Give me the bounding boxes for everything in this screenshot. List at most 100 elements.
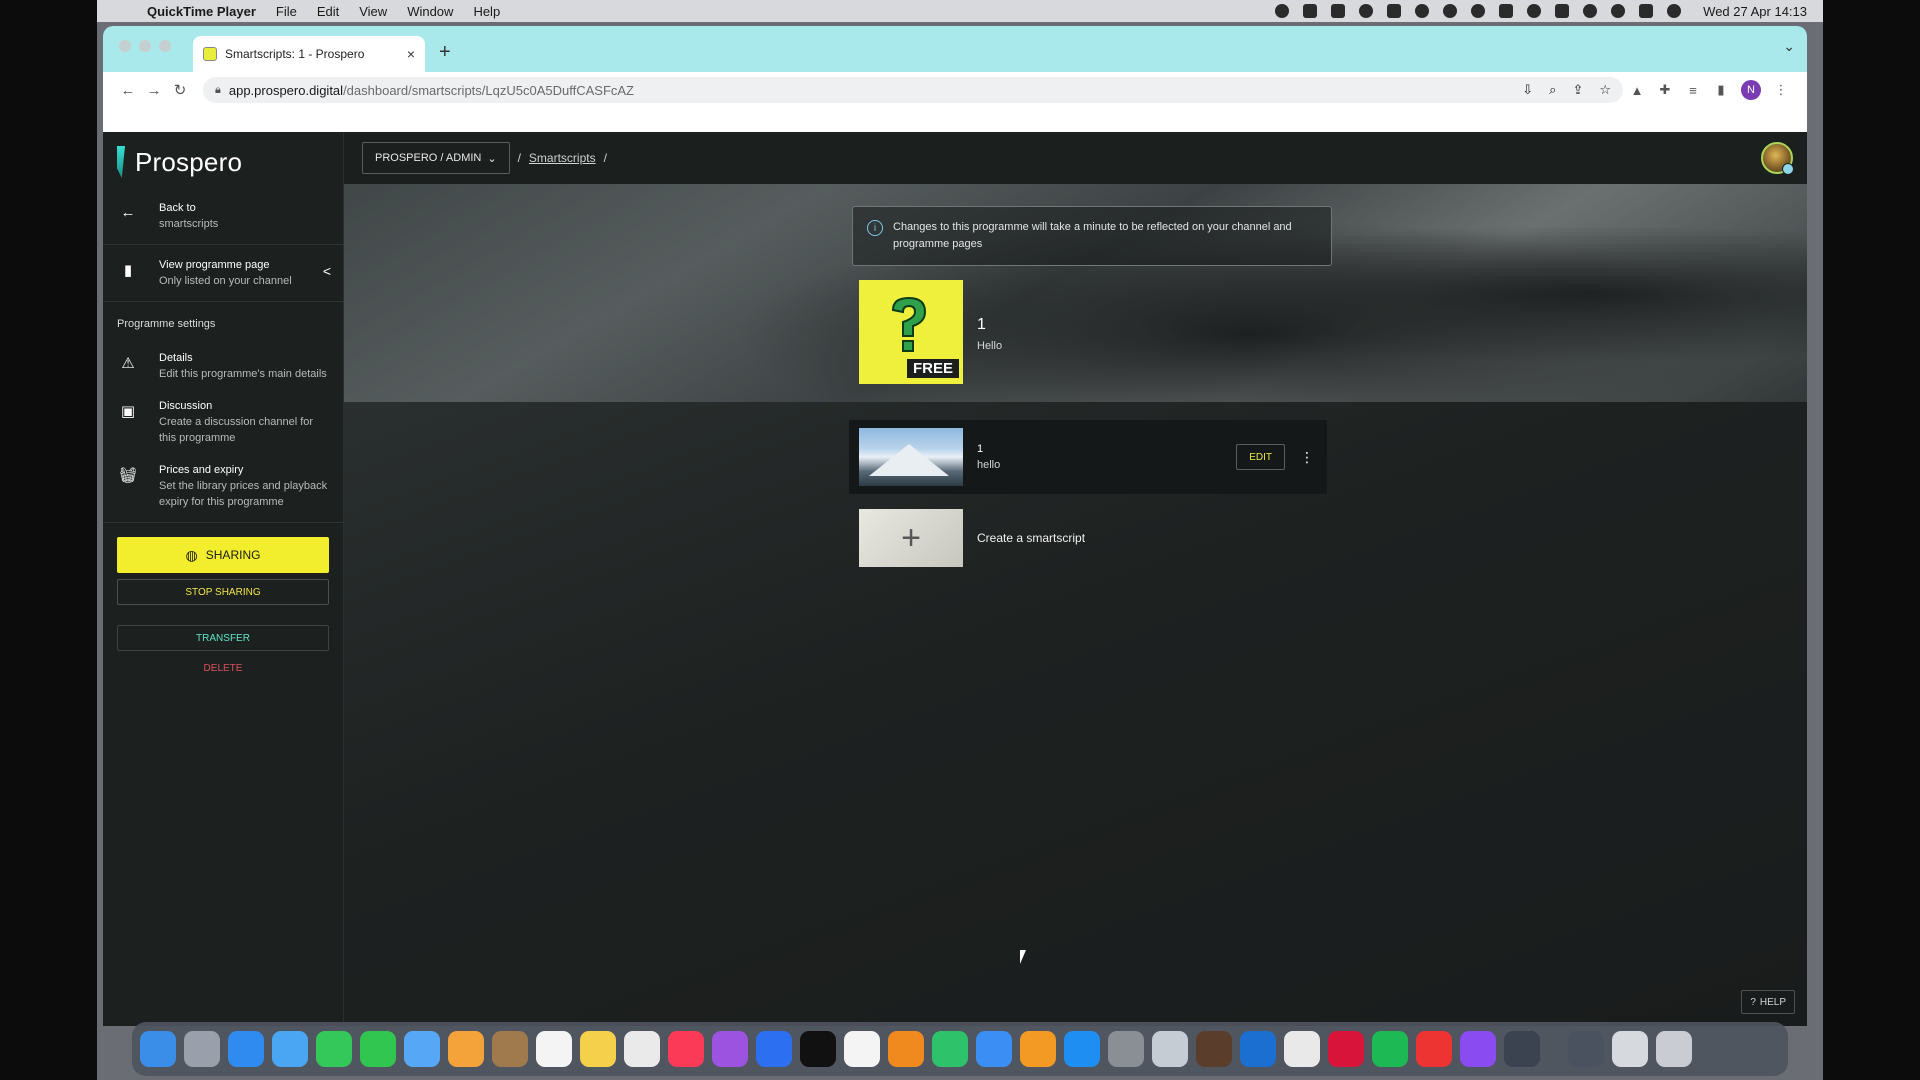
delete-button[interactable]: DELETE — [117, 659, 329, 677]
notes-icon[interactable] — [580, 1031, 616, 1067]
bluetooth-icon[interactable] — [1527, 4, 1542, 18]
music-icon[interactable] — [668, 1031, 704, 1067]
reading-list-icon[interactable]: ≡ — [1679, 83, 1707, 98]
browser-tab-active[interactable]: Smartscripts: 1 - Prospero × — [193, 36, 425, 72]
chrome-icon[interactable] — [1284, 1031, 1320, 1067]
extensions-puzzle-icon[interactable]: ✚ — [1651, 82, 1679, 98]
brush-app-icon[interactable] — [1196, 1031, 1232, 1067]
profile-avatar[interactable]: N — [1741, 80, 1761, 100]
wifi-icon[interactable] — [1583, 4, 1598, 18]
battery-icon[interactable] — [1555, 4, 1570, 18]
sidebar-item-details[interactable]: ⚠ Details Edit this programme's main det… — [103, 342, 343, 390]
close-window-button[interactable] — [119, 40, 131, 52]
zoom-window-button[interactable] — [159, 40, 171, 52]
menubar-edit[interactable]: Edit — [317, 4, 339, 19]
menubar-window[interactable]: Window — [407, 4, 453, 19]
share-icon[interactable]: ⇪ — [1572, 82, 1583, 98]
sync-icon[interactable] — [1415, 4, 1430, 18]
back-to-smartscripts[interactable]: ← Back to smartscripts — [103, 192, 343, 240]
control-center-icon[interactable] — [1639, 4, 1654, 18]
menubar-file[interactable]: File — [276, 4, 297, 19]
reminders-icon[interactable] — [624, 1031, 660, 1067]
keynote-icon[interactable] — [976, 1031, 1012, 1067]
user-avatar[interactable] — [1761, 142, 1794, 175]
stop-sharing-button[interactable]: STOP SHARING — [117, 579, 329, 605]
numbers-icon[interactable] — [932, 1031, 968, 1067]
preview-icon[interactable] — [1152, 1031, 1188, 1067]
document-stack-icon[interactable] — [1612, 1031, 1648, 1067]
menubar-app-name[interactable]: QuickTime Player — [147, 4, 256, 19]
news-icon[interactable] — [844, 1031, 880, 1067]
create-smartscript-label[interactable]: Create a smartscript — [977, 531, 1085, 545]
bookmark-star-icon[interactable]: ☆ — [1599, 82, 1611, 98]
breadcrumb-smartscripts-link[interactable]: Smartscripts — [529, 151, 596, 165]
sharing-button[interactable]: ◍ SHARING — [117, 537, 329, 573]
new-tab-icon[interactable]: + — [439, 41, 451, 64]
smartscript-row[interactable]: 1 hello EDIT ⋮ — [849, 420, 1327, 494]
transfer-button[interactable]: TRANSFER — [117, 625, 329, 651]
facetime-icon[interactable] — [316, 1031, 352, 1067]
dropbox-icon[interactable] — [756, 1031, 792, 1067]
play-icon[interactable] — [1443, 4, 1458, 18]
sidebar-item-prices-expiry[interactable]: 🧺︎ Prices and expiry Set the library pri… — [103, 454, 343, 518]
dropbox-icon[interactable] — [1331, 4, 1346, 18]
vlc-icon[interactable] — [888, 1031, 924, 1067]
create-smartscript-row[interactable]: + Create a smartscript — [859, 509, 1085, 567]
cloud-icon[interactable] — [1359, 4, 1374, 18]
edit-smartscript-button[interactable]: EDIT — [1236, 444, 1285, 470]
prospero-logo[interactable]: Prospero — [103, 132, 343, 192]
trash-icon[interactable] — [1656, 1031, 1692, 1067]
calendar-icon[interactable] — [536, 1031, 572, 1067]
help-button[interactable]: ? HELP — [1741, 990, 1795, 1014]
record-icon[interactable] — [1275, 4, 1290, 18]
app-store-icon[interactable] — [1064, 1031, 1100, 1067]
menubar-help[interactable]: Help — [473, 4, 500, 19]
messenger-icon[interactable] — [1460, 1031, 1496, 1067]
reload-icon[interactable]: ↻ — [167, 81, 193, 99]
finder-icon[interactable] — [140, 1031, 176, 1067]
messages-icon[interactable] — [360, 1031, 396, 1067]
tab-search-chevron-icon[interactable]: ⌄ — [1783, 38, 1795, 55]
app-icon[interactable] — [1387, 4, 1402, 18]
quicktime-icon[interactable] — [1504, 1031, 1540, 1067]
netflix-icon[interactable] — [1328, 1031, 1364, 1067]
sidebar-item-discussion[interactable]: ▣ Discussion Create a discussion channel… — [103, 390, 343, 454]
calendar-icon[interactable] — [1499, 4, 1514, 18]
hd-icon[interactable] — [1303, 4, 1318, 18]
menubar-clock[interactable]: Wed 27 Apr 14:13 — [1703, 4, 1807, 19]
plus-icon[interactable]: + — [859, 509, 963, 567]
browser-menu-icon[interactable]: ⋮ — [1767, 82, 1795, 98]
install-icon[interactable]: ⇩ — [1522, 82, 1533, 98]
mail-icon[interactable] — [272, 1031, 308, 1067]
menubar-view[interactable]: View — [359, 4, 387, 19]
lock-icon[interactable]: 🔒︎ — [215, 84, 221, 97]
contacts-icon[interactable] — [492, 1031, 528, 1067]
system-preferences-icon[interactable] — [1108, 1031, 1144, 1067]
more-options-icon[interactable]: ⋮ — [1297, 449, 1317, 466]
safari-icon[interactable] — [228, 1031, 264, 1067]
back-arrow-icon[interactable]: ← — [115, 82, 141, 99]
timer-icon[interactable] — [1471, 4, 1486, 18]
spotify-icon[interactable] — [1372, 1031, 1408, 1067]
maps-icon[interactable] — [404, 1031, 440, 1067]
word-alt-icon[interactable] — [1416, 1031, 1452, 1067]
photos-icon[interactable] — [448, 1031, 484, 1067]
drive-extension-icon[interactable]: ▲ — [1623, 83, 1651, 98]
minimize-window-button[interactable] — [139, 40, 151, 52]
view-programme-page[interactable]: ▮ View programme page Only listed on you… — [103, 249, 343, 297]
side-panel-icon[interactable]: ▮ — [1707, 82, 1735, 98]
share-icon[interactable]: < — [323, 257, 331, 279]
podcasts-icon[interactable] — [712, 1031, 748, 1067]
apple-tv-icon[interactable] — [800, 1031, 836, 1067]
downloads-stack-icon[interactable] — [1568, 1031, 1604, 1067]
spotlight-icon[interactable] — [1611, 4, 1626, 18]
outlook-icon[interactable] — [1240, 1031, 1276, 1067]
forward-arrow-icon[interactable]: → — [141, 82, 167, 99]
launchpad-icon[interactable] — [184, 1031, 220, 1067]
siri-icon[interactable] — [1667, 4, 1682, 18]
zoom-icon[interactable]: ⌕ — [1549, 82, 1556, 98]
address-bar[interactable]: 🔒︎ app.prospero.digital/dashboard/smarts… — [203, 77, 1623, 103]
close-tab-icon[interactable]: × — [407, 46, 415, 62]
channel-select[interactable]: PROSPERO / ADMIN ⌄ — [362, 142, 510, 174]
pages-icon[interactable] — [1020, 1031, 1056, 1067]
